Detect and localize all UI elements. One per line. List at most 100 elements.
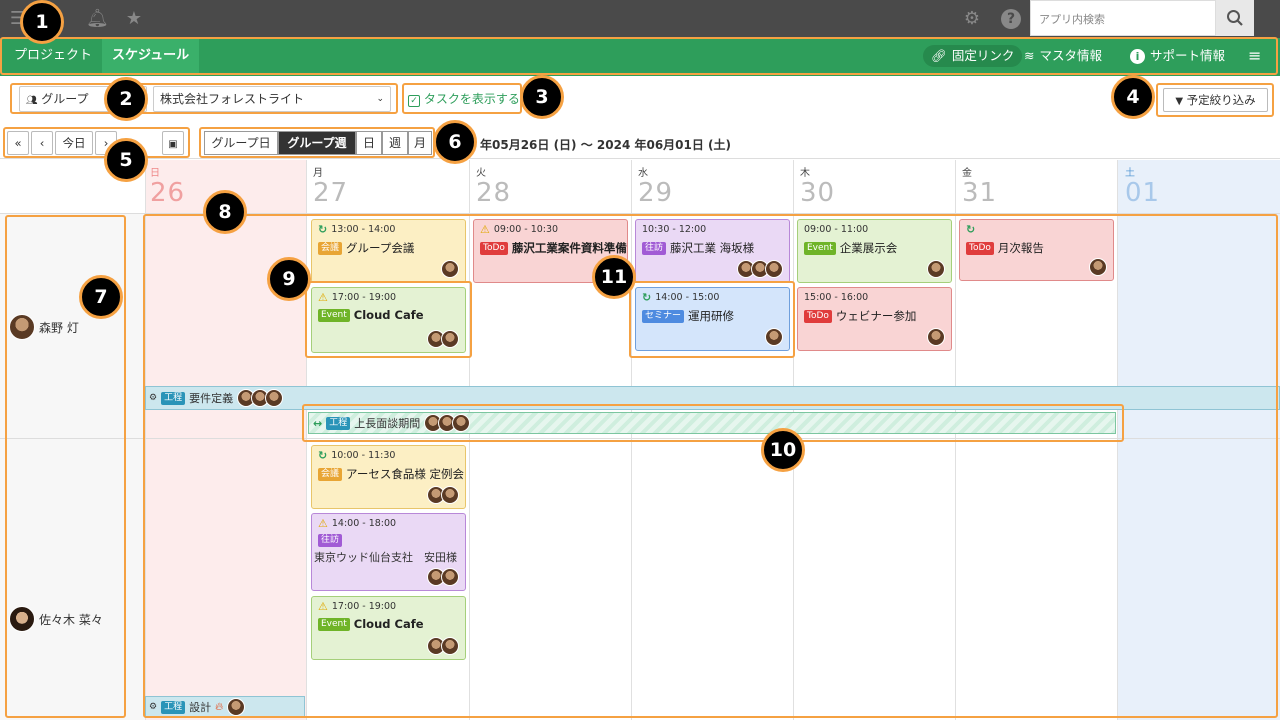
event-tag: 往訪: [642, 241, 667, 255]
warning-icon: ⚠: [318, 291, 328, 304]
group-select-label: グループ: [41, 92, 89, 106]
event-tag: 会議: [318, 241, 343, 255]
event-card[interactable]: ⚠ 14:00 - 18:00 往訪 東京ウッド仙台支社 安田様: [311, 513, 466, 591]
view-group-week[interactable]: グループ週: [278, 131, 356, 155]
annotation-badge: 5: [104, 138, 148, 182]
avatar: [927, 328, 945, 346]
help-icon[interactable]: ?: [1001, 9, 1021, 29]
process-bar[interactable]: ⚙ 工程 設計 🔥︎: [145, 696, 305, 718]
first-button[interactable]: «: [7, 131, 29, 155]
support-info-button[interactable]: i サポート情報: [1130, 45, 1225, 67]
search-button[interactable]: [1216, 0, 1254, 36]
day-number[interactable]: 26: [150, 178, 185, 208]
company-select[interactable]: 株式会社フォレストライト ⌄: [153, 86, 391, 112]
view-week[interactable]: 週: [382, 131, 408, 155]
event-time: 14:00 - 15:00: [655, 292, 720, 303]
show-tasks-checkbox[interactable]: ✓ タスクを表示する: [408, 90, 520, 108]
search-input[interactable]: アプリ内検索: [1030, 0, 1216, 36]
event-card[interactable]: 09:00 - 11:00 Event 企業展示会: [797, 219, 952, 283]
event-card[interactable]: 15:00 - 16:00 ToDo ウェビナー参加: [797, 287, 952, 351]
user-row-morino[interactable]: 森野 灯: [9, 314, 79, 340]
today-button[interactable]: 今日: [55, 131, 93, 155]
group-icon: 👥︎: [26, 96, 38, 106]
search-icon: [1227, 10, 1243, 26]
process-title: 上長面談期間: [354, 417, 421, 430]
process-tag: 工程: [326, 416, 351, 430]
hamburger-icon[interactable]: ≡: [1248, 45, 1261, 67]
process-title: 要件定義: [189, 392, 234, 405]
process-icon: ⚙: [149, 702, 158, 712]
event-card[interactable]: ⚠ 17:00 - 19:00 Event Cloud Cafe: [311, 596, 466, 660]
day-number[interactable]: 30: [800, 178, 835, 208]
event-time: 09:00 - 11:00: [804, 224, 869, 235]
day-number[interactable]: 31: [962, 178, 997, 208]
annotation-badge: 3: [520, 75, 564, 119]
event-title: グループ会議: [346, 241, 415, 255]
warning-icon: ⚠: [318, 517, 328, 530]
event-time: 10:30 - 12:00: [642, 224, 707, 235]
event-title: 月次報告: [997, 241, 1044, 255]
show-tasks-label: タスクを表示する: [423, 92, 520, 106]
database-icon: ≋: [1024, 48, 1035, 63]
info-icon: i: [1130, 48, 1145, 64]
tab-schedule[interactable]: スケジュール: [102, 38, 200, 74]
gear-icon[interactable]: ⚙: [962, 9, 982, 29]
saturday-column: [1118, 160, 1280, 720]
event-card[interactable]: ↻ 10:00 - 11:30 会議 アーセス食品様 定例会: [311, 445, 466, 509]
today-column: [145, 160, 306, 720]
event-card[interactable]: ↻ 13:00 - 14:00 会議 グループ会議: [311, 219, 466, 283]
avatar: [927, 260, 945, 278]
user-name: 森野 灯: [39, 320, 79, 335]
date-range: 年05月26日 (日) ～ 2024 年06月01日 (土): [480, 138, 732, 152]
narrow-schedule-button[interactable]: ▼ 予定絞り込み: [1163, 88, 1268, 112]
event-time: 15:00 - 16:00: [804, 292, 869, 303]
warning-icon: ⚠: [318, 600, 328, 613]
link-icon: 🔗︎: [931, 48, 947, 63]
day-number[interactable]: 29: [638, 178, 673, 208]
day-number[interactable]: 28: [476, 178, 511, 208]
repeat-icon: ↻: [318, 449, 328, 462]
event-tag: Event: [318, 617, 350, 631]
avatar: [441, 486, 459, 504]
avatar: [765, 328, 783, 346]
company-select-label: 株式会社フォレストライト: [160, 92, 305, 106]
grid-line: [955, 160, 956, 720]
process-bar[interactable]: ⚙ 工程 要件定義: [145, 386, 1280, 410]
weekday-label: 日: [150, 168, 160, 179]
repeat-icon: ↻: [642, 291, 652, 304]
view-month[interactable]: 月: [408, 131, 432, 155]
top-bar: ☰ 🔔︎ ★ ⚙ ? アプリ内検索: [0, 0, 1280, 38]
calendar-picker-button[interactable]: ▣: [162, 131, 184, 155]
day-number[interactable]: 01: [1125, 178, 1160, 208]
avatar: [441, 330, 459, 348]
event-title: 藤沢工業案件資料準備: [511, 241, 627, 255]
avatar: [9, 314, 35, 340]
day-number[interactable]: 27: [313, 178, 348, 208]
star-icon[interactable]: ★: [124, 9, 144, 29]
master-info-label: マスタ情報: [1039, 48, 1102, 63]
event-card[interactable]: ↻ ToDo 月次報告: [959, 219, 1114, 281]
weekday-label: 水: [638, 168, 648, 179]
event-title: ウェビナー参加: [835, 309, 917, 323]
user-row-sasaki[interactable]: 佐々木 菜々: [9, 606, 103, 632]
fixed-link-button[interactable]: 🔗︎ 固定リンク: [923, 45, 1023, 67]
master-info-button[interactable]: ≋ マスタ情報: [1024, 45, 1102, 67]
annotation-badge: 7: [79, 275, 123, 319]
weekday-label: 金: [962, 168, 972, 179]
tab-project[interactable]: プロジェクト: [4, 38, 102, 74]
event-title: 東京ウッド仙台支社 安田様: [314, 551, 457, 564]
event-card[interactable]: ⚠ 17:00 - 19:00 Event Cloud Cafe: [311, 287, 466, 353]
view-day[interactable]: 日: [356, 131, 382, 155]
event-card[interactable]: ↻ 14:00 - 15:00 セミナー 運用研修: [635, 287, 790, 351]
event-tag: Event: [804, 241, 836, 255]
event-tag: ToDo: [966, 241, 994, 255]
grid-line: [0, 438, 1280, 439]
avatar: [227, 698, 246, 716]
bell-icon[interactable]: 🔔︎: [86, 9, 109, 29]
event-time: 09:00 - 10:30: [493, 224, 559, 235]
interview-period-bar[interactable]: ↔ 工程 上長面談期間: [308, 412, 1116, 434]
repeat-icon: ↻: [966, 223, 976, 236]
view-group-day[interactable]: グループ日: [204, 131, 278, 155]
prev-button[interactable]: ‹: [31, 131, 53, 155]
event-card[interactable]: 10:30 - 12:00 往訪 藤沢工業 海坂様: [635, 219, 790, 283]
